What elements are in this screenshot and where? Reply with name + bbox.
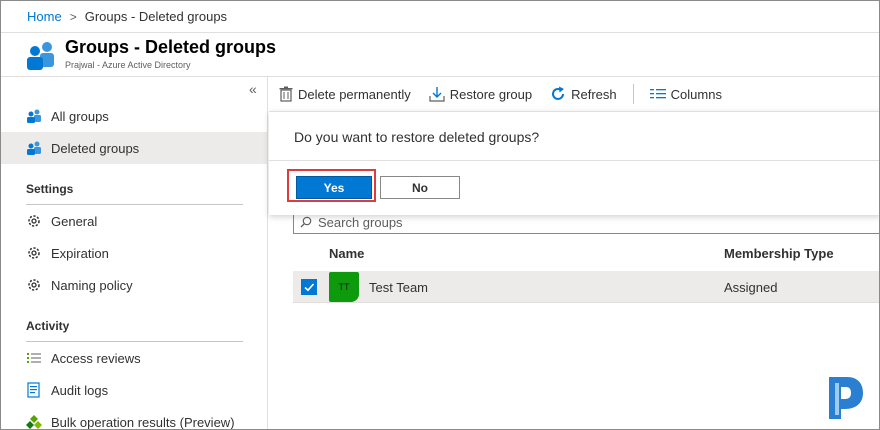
page-header: Groups - Deleted groups Prajwal - Azure … <box>1 33 879 77</box>
sidebar-item-general[interactable]: General <box>1 205 267 237</box>
search-icon <box>300 216 312 228</box>
collapse-sidebar-button[interactable]: « <box>249 81 257 97</box>
section-title-activity: Activity <box>26 319 70 333</box>
sidebar-item-label: Deleted groups <box>51 140 140 156</box>
restore-group-label: Restore group <box>449 86 533 102</box>
search-input[interactable] <box>318 214 818 230</box>
groups-icon <box>25 139 43 157</box>
group-name-cell[interactable]: Test Team <box>369 280 428 295</box>
page-title: Groups - Deleted groups <box>65 37 277 57</box>
refresh-label: Refresh <box>571 86 617 102</box>
page-subtitle: Prajwal - Azure Active Directory <box>65 60 191 70</box>
sidebar-item-label: Naming policy <box>51 277 133 293</box>
list-icon <box>25 349 43 367</box>
refresh-icon <box>550 86 566 102</box>
sidebar-item-label: Audit logs <box>51 382 109 398</box>
yes-button[interactable]: Yes <box>296 176 372 199</box>
sidebar-item-expiration[interactable]: Expiration <box>1 237 267 269</box>
groups-icon <box>25 107 43 125</box>
sidebar: « All groups Deleted groups Settings Gen… <box>1 77 268 430</box>
sidebar-item-bulk-operation-results[interactable]: Bulk operation results (Preview) <box>1 406 267 430</box>
refresh-button[interactable]: Refresh <box>550 86 617 102</box>
delete-permanently-button[interactable]: Delete permanently <box>279 86 411 102</box>
sidebar-item-label: Bulk operation results (Preview) <box>51 414 235 430</box>
bulk-icon <box>25 413 43 429</box>
sidebar-item-audit-logs[interactable]: Audit logs <box>1 374 267 406</box>
avatar: TT <box>329 272 359 302</box>
breadcrumb: Home > Groups - Deleted groups <box>1 1 879 33</box>
table-row[interactable]: TT Test Team Assigned <box>293 271 879 303</box>
column-header-membership-type[interactable]: Membership Type <box>724 246 834 261</box>
gear-icon <box>25 276 43 294</box>
watermark-logo <box>823 373 867 421</box>
sidebar-item-label: Expiration <box>51 245 109 261</box>
membership-type-cell: Assigned <box>724 280 778 295</box>
groups-icon <box>25 39 57 71</box>
dialog-question: Do you want to restore deleted groups? <box>294 129 540 145</box>
column-header-name[interactable]: Name <box>329 246 364 261</box>
row-checkbox[interactable] <box>301 279 317 295</box>
toolbar-separator <box>632 84 634 104</box>
sidebar-item-naming-policy[interactable]: Naming policy <box>1 269 267 301</box>
columns-button[interactable]: Columns <box>649 86 722 102</box>
sidebar-item-label: General <box>51 213 98 229</box>
section-title-settings: Settings <box>26 182 74 196</box>
sidebar-item-label: All groups <box>51 108 109 124</box>
restore-group-button[interactable]: Restore group <box>429 86 532 102</box>
sidebar-item-all-groups[interactable]: All groups <box>1 100 267 132</box>
breadcrumb-home-link[interactable]: Home <box>27 9 62 24</box>
columns-icon <box>649 87 666 101</box>
portal-window: Home > Groups - Deleted groups Groups - … <box>0 0 880 430</box>
gear-icon <box>25 212 43 230</box>
breadcrumb-separator: > <box>69 9 77 24</box>
log-icon <box>25 381 43 399</box>
breadcrumb-current: Groups - Deleted groups <box>84 9 228 24</box>
trash-icon <box>279 86 293 102</box>
delete-permanently-label: Delete permanently <box>298 86 411 102</box>
download-arrow-icon <box>429 86 445 102</box>
gear-icon <box>25 244 43 262</box>
sidebar-item-label: Access reviews <box>51 350 141 366</box>
checkmark-icon <box>304 283 315 292</box>
no-button[interactable]: No <box>380 176 460 199</box>
dialog-divider <box>269 160 879 161</box>
restore-confirmation-dialog: Do you want to restore deleted groups? Y… <box>269 111 879 215</box>
command-bar: Delete permanently Restore group Refresh… <box>279 77 740 111</box>
sidebar-item-deleted-groups[interactable]: Deleted groups <box>1 132 267 164</box>
columns-label: Columns <box>670 86 722 102</box>
sidebar-item-access-reviews[interactable]: Access reviews <box>1 342 267 374</box>
